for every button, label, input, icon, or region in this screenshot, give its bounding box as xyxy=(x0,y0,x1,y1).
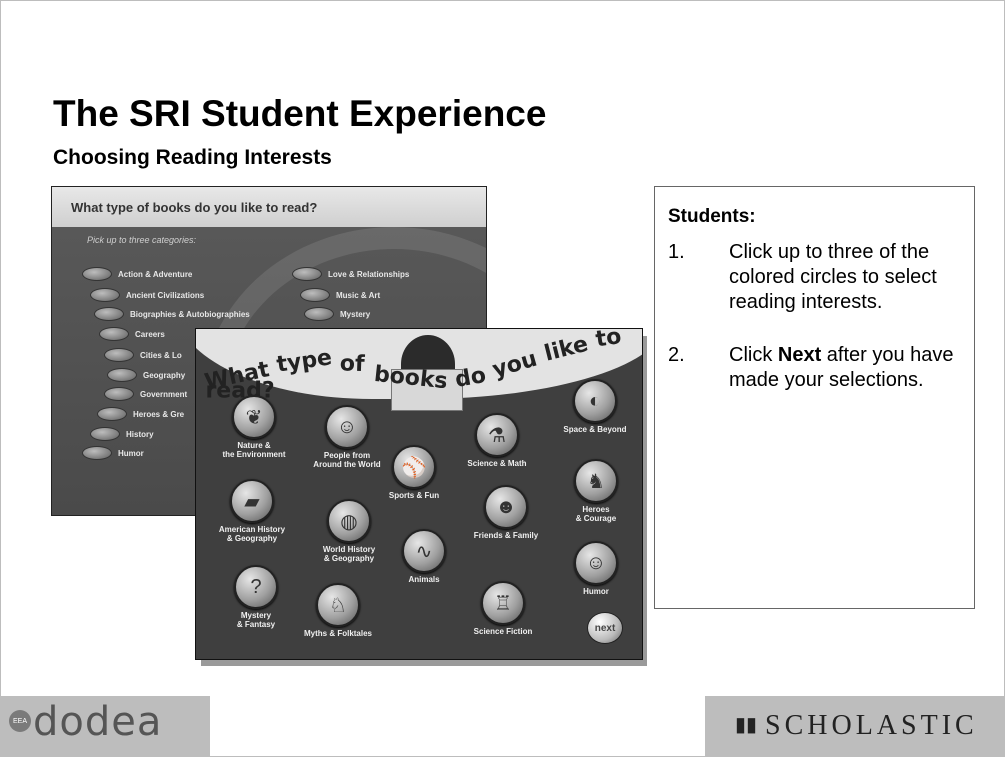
category-option[interactable]: Ancient Civilizations xyxy=(90,288,204,302)
step-number: 2. xyxy=(668,344,685,366)
category-nature[interactable]: ❦ Nature & the Environment xyxy=(206,395,302,459)
baseball-player-icon[interactable]: ⚾ xyxy=(392,445,436,489)
family-icon[interactable]: ☻ xyxy=(484,485,528,529)
slide-title: The SRI Student Experience xyxy=(53,93,547,134)
students-instructions-box: Students: 1. Click up to three of the co… xyxy=(654,186,975,609)
people-icon[interactable]: ☺ xyxy=(325,405,369,449)
book-categories-picture-screen: What type of books do you like to read? … xyxy=(195,328,643,660)
category-option[interactable]: Music & Art xyxy=(300,288,380,302)
option-oval[interactable] xyxy=(304,307,334,321)
unicorn-icon[interactable]: ♘ xyxy=(316,583,360,627)
category-option[interactable]: Heroes & Gre xyxy=(97,407,184,421)
option-oval[interactable] xyxy=(292,267,322,281)
category-world-history[interactable]: ◍ World History & Geography xyxy=(304,499,394,563)
next-button[interactable]: next xyxy=(587,612,623,644)
category-option[interactable]: Geography xyxy=(107,368,185,382)
dodea-logo: EEA dodea xyxy=(0,696,210,757)
next-emphasis: Next xyxy=(777,344,822,366)
students-heading: Students: xyxy=(668,206,756,227)
option-oval[interactable] xyxy=(90,288,120,302)
option-oval[interactable] xyxy=(104,348,134,362)
usa-map-icon[interactable]: ▰ xyxy=(230,479,274,523)
dodea-logo-text: dodea xyxy=(33,699,163,745)
category-option[interactable]: Careers xyxy=(99,327,165,341)
category-myths[interactable]: ♘ Myths & Folktales xyxy=(290,583,386,638)
option-oval[interactable] xyxy=(97,407,127,421)
category-option[interactable]: History xyxy=(90,427,154,441)
option-oval[interactable] xyxy=(82,446,112,460)
option-oval[interactable] xyxy=(107,368,137,382)
category-option[interactable]: Humor xyxy=(82,446,144,460)
scholastic-logo: ▮▮ SCHOLASTIC xyxy=(705,696,1005,757)
question-text: What type of books do you like to read? xyxy=(71,200,318,215)
category-option[interactable]: Mystery xyxy=(304,307,370,321)
leaf-icon[interactable]: ❦ xyxy=(232,395,276,439)
option-oval[interactable] xyxy=(90,427,120,441)
option-oval[interactable] xyxy=(104,387,134,401)
mask-icon[interactable]: ☺ xyxy=(574,541,618,585)
step-number: 1. xyxy=(668,241,685,263)
dodea-seal-icon: EEA xyxy=(9,710,31,732)
category-option[interactable]: Action & Adventure xyxy=(82,267,192,281)
category-option[interactable]: Government xyxy=(104,387,187,401)
category-american-history[interactable]: ▰ American History & Geography xyxy=(204,479,300,543)
slide-subtitle: Choosing Reading Interests xyxy=(53,146,332,169)
scholastic-logo-text: SCHOLASTIC xyxy=(765,710,978,741)
robot-icon[interactable]: ♖ xyxy=(481,581,525,625)
category-sports[interactable]: ⚾ Sports & Fun xyxy=(374,445,454,500)
open-book-logo-icon: ▮▮ xyxy=(735,714,758,736)
question-header: What type of books do you like to read? xyxy=(52,187,486,227)
option-oval[interactable] xyxy=(300,288,330,302)
category-mystery[interactable]: ? Mystery & Fantasy xyxy=(216,565,296,629)
option-oval[interactable] xyxy=(94,307,124,321)
category-friends-family[interactable]: ☻ Friends & Family xyxy=(458,485,554,540)
world-map-icon[interactable]: ◍ xyxy=(327,499,371,543)
category-option[interactable]: Cities & Lo xyxy=(104,348,182,362)
category-space[interactable]: ◐ Space & Beyond xyxy=(552,379,638,434)
option-oval[interactable] xyxy=(99,327,129,341)
category-option[interactable]: Biographies & Autobiographies xyxy=(94,307,250,321)
category-heroes[interactable]: ♞ Heroes & Courage xyxy=(556,459,636,523)
category-animals[interactable]: ∿ Animals xyxy=(384,529,464,584)
category-option[interactable]: Love & Relationships xyxy=(292,267,409,281)
planet-icon[interactable]: ◐ xyxy=(573,379,617,423)
lizard-icon[interactable]: ∿ xyxy=(402,529,446,573)
magnifier-question-icon[interactable]: ? xyxy=(234,565,278,609)
step-text: Click up to three of the colored circles… xyxy=(729,241,937,313)
step-text: Click Next after you have made your sele… xyxy=(729,344,954,391)
category-science-math[interactable]: ⚗ Science & Math xyxy=(452,413,542,468)
category-science-fiction[interactable]: ♖ Science Fiction xyxy=(458,581,548,636)
option-oval[interactable] xyxy=(82,267,112,281)
pick-instruction: Pick up to three categories: xyxy=(87,235,197,245)
category-humor[interactable]: ☺ Humor xyxy=(556,541,636,596)
microscope-icon[interactable]: ⚗ xyxy=(475,413,519,457)
horse-rider-icon[interactable]: ♞ xyxy=(574,459,618,503)
